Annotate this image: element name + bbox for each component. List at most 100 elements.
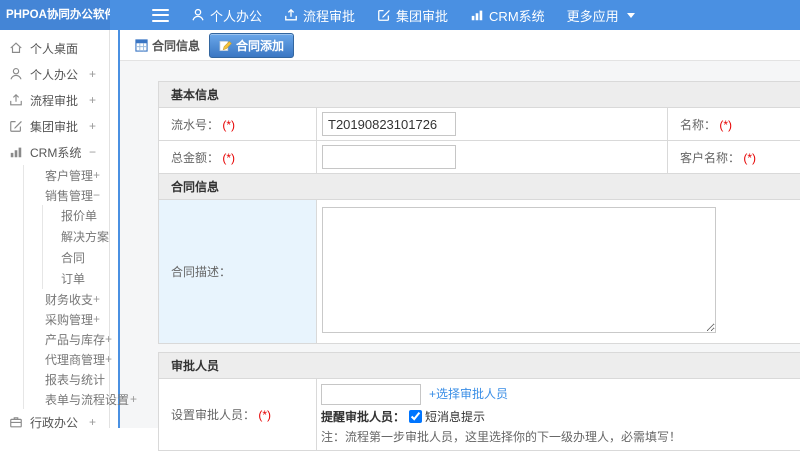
sidebar-item-label: 报表与统计 (45, 371, 105, 388)
tab-label: 合同添加 (236, 37, 284, 54)
nav-label: 流程审批 (303, 6, 355, 25)
nav-label: 更多应用 (567, 6, 619, 25)
user-icon (191, 8, 205, 22)
serial-number-cell (317, 108, 668, 141)
sidebar-item-crm-system[interactable]: CRM系统 − (0, 139, 109, 165)
divider-gap (111, 30, 118, 428)
sidebar-item-purchase-mgmt[interactable]: 采购管理 + (24, 309, 109, 329)
expand-icon[interactable]: + (93, 292, 100, 306)
expand-icon[interactable]: + (93, 168, 100, 182)
serial-number-label: 流水号： (*) (159, 108, 317, 141)
sidebar-item-label: 客户管理 (45, 167, 93, 184)
sms-notify-checkbox[interactable] (409, 410, 422, 423)
tab-contract-add[interactable]: 合同添加 (209, 33, 294, 58)
app-logo: PHPOA协同办公软件 (0, 0, 110, 30)
section-header-contract-info: 合同信息 (159, 174, 800, 200)
sidebar-item-label: 个人桌面 (30, 40, 78, 57)
sidebar-item-label: 集团审批 (30, 118, 78, 135)
nav-crm-system[interactable]: CRM系统 (470, 6, 545, 25)
process-icon (9, 93, 23, 107)
sidebar-item-admin-office[interactable]: 行政办公 + (0, 409, 109, 435)
sidebar-item-label: 个人办公 (30, 66, 78, 83)
sidebar-item-personal-office[interactable]: 个人办公 + (0, 61, 109, 87)
hamburger-icon[interactable] (152, 9, 169, 22)
expand-icon[interactable]: + (89, 415, 96, 429)
sidebar-item-quotation[interactable]: 报价单 (43, 205, 109, 226)
nav-personal-office[interactable]: 个人办公 (191, 6, 262, 25)
row-total-amount: 总金额： (*) 客户名称： (*) (159, 141, 800, 174)
sidebar-item-group-approval[interactable]: 集团审批 + (0, 113, 109, 139)
edit-icon (9, 119, 23, 133)
approver-input[interactable] (321, 384, 421, 405)
sidebar-item-customer-mgmt[interactable]: 客户管理 + (24, 165, 109, 185)
sidebar-item-label: 产品与库存 (45, 331, 105, 348)
sidebar-item-label: CRM系统 (30, 144, 81, 161)
nav-more-apps[interactable]: 更多应用 (567, 6, 635, 25)
approver-input-line: +选择审批人员 (321, 384, 800, 405)
sidebar-item-finance[interactable]: 财务收支 + (24, 289, 109, 309)
total-amount-input[interactable] (322, 145, 456, 169)
set-approver-label: 设置审批人员： (*) (159, 379, 317, 451)
nav-process-approval[interactable]: 流程审批 (284, 6, 355, 25)
sidebar-item-agent-mgmt[interactable]: 代理商管理 + (24, 349, 109, 369)
collapse-icon[interactable]: − (89, 145, 96, 159)
expand-icon[interactable]: + (93, 312, 100, 326)
contract-description-label: 合同描述： (159, 200, 317, 344)
sidebar-item-sales-mgmt[interactable]: 销售管理 − (24, 185, 109, 205)
office-icon (9, 415, 23, 429)
caret-down-icon (627, 13, 635, 18)
process-icon (284, 8, 298, 22)
sidebar-item-process-approval[interactable]: 流程审批 + (0, 87, 109, 113)
sidebar-item-label: 报价单 (61, 207, 97, 224)
sidebar-item-solution[interactable]: 解决方案 (43, 226, 109, 247)
sidebar-item-product-inventory[interactable]: 产品与库存 + (24, 329, 109, 349)
nav-label: 个人办公 (210, 6, 262, 25)
sidebar-item-reports-stats[interactable]: 报表与统计 (24, 369, 109, 389)
choose-approver-link[interactable]: +选择审批人员 (429, 387, 508, 401)
sidebar-item-label: 表单与流程设置 (45, 391, 129, 408)
set-approver-cell: +选择审批人员 提醒审批人员：短消息提示 注：流程第一步审批人员，这里选择你的下… (317, 379, 800, 451)
table-icon (135, 39, 148, 52)
contract-description-textarea[interactable] (322, 207, 716, 333)
user-icon (9, 67, 23, 81)
sidebar-item-personal-desktop[interactable]: 个人桌面 (0, 35, 109, 61)
sidebar-item-label: 销售管理 (45, 187, 93, 204)
row-serial-number: 流水号： (*) 名称： (*) (159, 108, 800, 141)
required-mark: (*) (743, 151, 756, 165)
remind-approver-label: 提醒审批人员： (321, 410, 405, 424)
sidebar-item-form-process-settings[interactable]: 表单与流程设置 + (24, 389, 109, 409)
nav-label: CRM系统 (489, 6, 545, 25)
expand-icon[interactable]: + (130, 392, 137, 406)
sidebar-item-label: 订单 (61, 270, 85, 287)
expand-icon[interactable]: + (105, 352, 112, 366)
tab-contract-info[interactable]: 合同信息 (135, 37, 200, 54)
nav-label: 集团审批 (396, 6, 448, 25)
nav-group-approval[interactable]: 集团审批 (377, 6, 448, 25)
row-contract-description: 合同描述： (159, 200, 800, 344)
expand-icon[interactable]: + (89, 93, 96, 107)
top-nav: 个人办公 流程审批 集团审批 CRM系统 更多应用 (191, 6, 635, 25)
required-mark: (*) (222, 118, 235, 132)
section-header-basic-info: 基本信息 (159, 82, 800, 108)
expand-icon[interactable]: + (89, 119, 96, 133)
sidebar-item-order[interactable]: 订单 (43, 268, 109, 289)
sidebar-item-label: 解决方案 (61, 228, 109, 245)
sales-submenu: 报价单 解决方案 合同 订单 (42, 205, 109, 289)
home-icon (9, 41, 23, 55)
sidebar-item-label: 合同 (61, 249, 85, 266)
remind-line: 提醒审批人员：短消息提示 (321, 408, 800, 425)
top-bar: PHPOA协同办公软件 个人办公 流程审批 集团审批 CRM系统 更多应用 (0, 0, 800, 30)
expand-icon[interactable]: + (105, 332, 112, 346)
sidebar-item-label: 财务收支 (45, 291, 93, 308)
sidebar-item-contract[interactable]: 合同 (43, 247, 109, 268)
crm-submenu: 客户管理 + 销售管理 − 报价单 解决方案 合同 订单 财务收支 + (23, 165, 109, 409)
serial-number-input[interactable] (322, 112, 456, 136)
tab-label: 合同信息 (152, 37, 200, 54)
name-label: 名称： (*) (668, 108, 800, 141)
form-table-approver: 审批人员 设置审批人员： (*) +选择审批人员 提醒审批人员：短消息提示 注：… (158, 352, 800, 451)
collapse-icon[interactable]: − (93, 188, 100, 202)
edit-note-icon (219, 39, 232, 52)
expand-icon[interactable]: + (89, 67, 96, 81)
required-mark: (*) (258, 408, 271, 422)
chart-icon (9, 145, 23, 159)
